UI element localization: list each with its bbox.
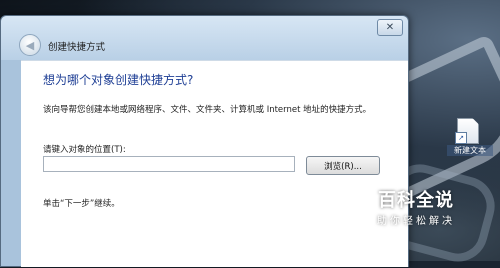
title-bar: ✕ ◀ 创建快捷方式 (1, 16, 408, 60)
watermark-subtitle: 助你轻松解决 (377, 216, 455, 227)
back-arrow-icon: ◀ (25, 38, 35, 52)
location-label: 请键入对象的位置(T): (43, 145, 126, 155)
watermark-title: 百科全说 (378, 190, 454, 211)
watermark-logo: 百科全说 助你轻松解决 (361, 186, 471, 234)
location-input[interactable] (43, 156, 295, 172)
close-icon: ✕ (385, 22, 395, 33)
wizard-content: 想为哪个对象创建快捷方式? 该向导帮您创建本地或网络程序、文件、文件夹、计算机或… (21, 60, 408, 267)
back-button[interactable]: ◀ (19, 34, 41, 56)
next-step-hint: 单击“下一步”继续。 (43, 199, 120, 209)
wizard-description: 该向导帮您创建本地或网络程序、文件、文件夹、计算机或 Internet 地址的快… (43, 105, 372, 115)
close-button[interactable]: ✕ (377, 19, 403, 36)
desktop-shortcut-icon[interactable]: ↗ 新建文本 (447, 118, 493, 162)
browse-button[interactable]: 浏览(R)... (306, 156, 380, 175)
desktop-icon-label: 新建文本 (447, 145, 493, 156)
create-shortcut-window: ✕ ◀ 创建快捷方式 想为哪个对象创建快捷方式? 该向导帮您创建本地或网络程序、… (0, 15, 409, 267)
wizard-heading: 想为哪个对象创建快捷方式? (43, 73, 194, 87)
window-title: 创建快捷方式 (48, 42, 106, 53)
shortcut-arrow-icon: ↗ (455, 132, 467, 144)
